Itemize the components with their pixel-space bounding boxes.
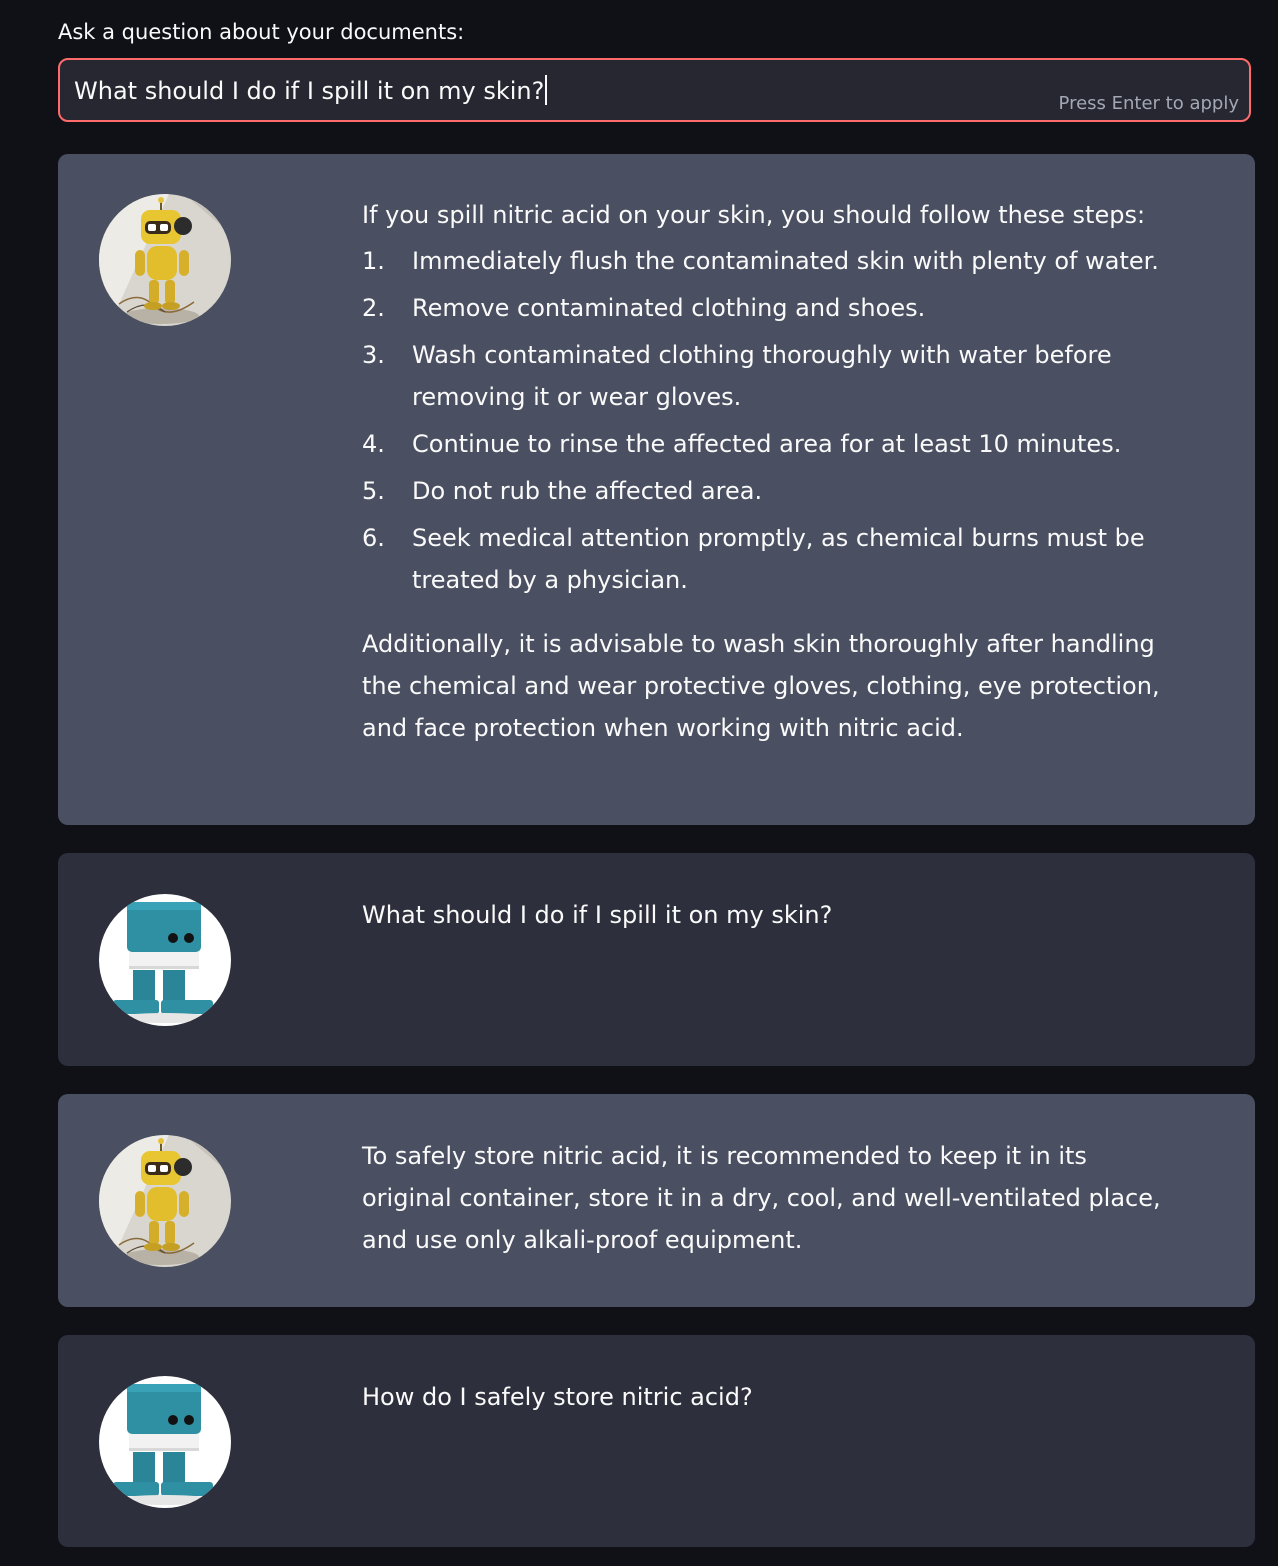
yellow-robot-avatar <box>99 1135 231 1267</box>
text-caret <box>545 75 548 105</box>
teal-robot-avatar <box>99 894 231 1026</box>
list-item: 5. Do not rub the affected area. <box>362 477 763 505</box>
list-item: 1. Immediately flush the contaminated ski… <box>362 247 1159 275</box>
user-message-text: What should I do if I spill it on my ski… <box>362 901 833 929</box>
bot-message-text: To safely store nitric acid, it is recom… <box>362 1142 1161 1254</box>
list-item: 6. Seek medical attention promptly, as ch… <box>362 524 1145 594</box>
question-label: Ask a question about your documents: <box>58 20 465 44</box>
teal-robot-avatar <box>99 1376 231 1508</box>
list-item: 4. Continue to rinse the affected area fo… <box>362 430 1122 458</box>
bot-message: If you spill nitric acid on your skin, y… <box>58 154 1255 825</box>
bot-message: To safely store nitric acid, it is recom… <box>58 1094 1255 1307</box>
user-message: How do I safely store nitric acid? <box>58 1335 1255 1547</box>
user-message-text: How do I safely store nitric acid? <box>362 1383 753 1411</box>
steps-list: 1. Immediately flush the contaminated ski… <box>362 240 1182 601</box>
steps-intro: If you spill nitric acid on your skin, y… <box>362 201 1146 229</box>
bot-message-text: If you spill nitric acid on your skin, y… <box>362 194 1182 749</box>
chat-page: Ask a question about your documents: Wha… <box>0 0 1278 1566</box>
list-item: 2. Remove contaminated clothing and shoes… <box>362 294 926 322</box>
list-item: 3. Wash contaminated clothing thoroughly … <box>362 341 1112 411</box>
press-enter-hint: Press Enter to apply <box>1058 93 1239 114</box>
steps-outro: Additionally, it is advisable to wash sk… <box>362 630 1160 742</box>
question-input[interactable]: What should I do if I spill it on my ski… <box>58 58 1251 122</box>
question-input-value[interactable]: What should I do if I spill it on my ski… <box>74 75 548 107</box>
user-message: What should I do if I spill it on my ski… <box>58 853 1255 1066</box>
yellow-robot-avatar <box>99 194 231 326</box>
